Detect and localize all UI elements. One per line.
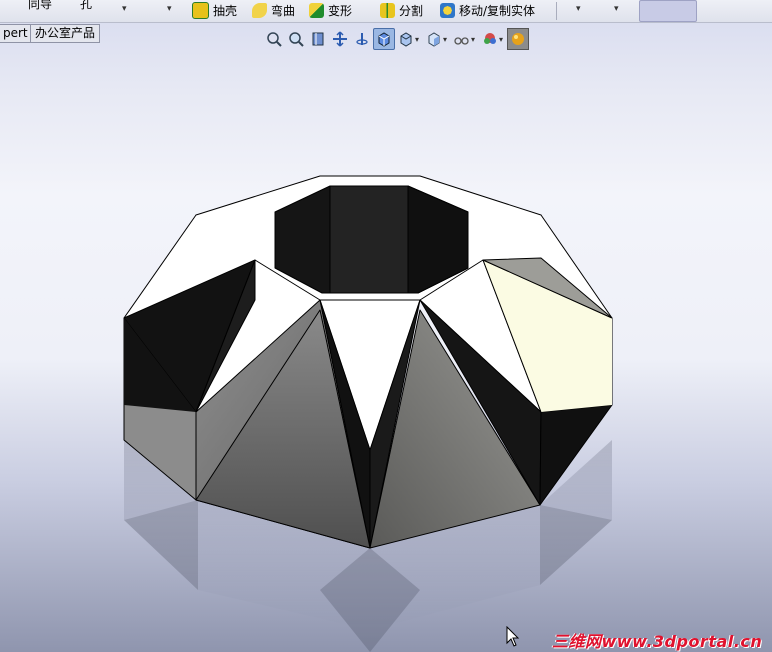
flex-label: 弯曲 (271, 4, 296, 18)
zoom-to-area-icon[interactable] (285, 28, 307, 50)
chevron-down-icon[interactable]: ▾ (122, 4, 127, 14)
toolbar-item-2[interactable]: 孔 (80, 0, 92, 13)
shell-label: 抽壳 (213, 4, 238, 18)
split-label: 分割 (399, 4, 424, 18)
tab-office-label: 办公室产品 (35, 26, 96, 40)
mouse-cursor-icon (506, 626, 520, 647)
chevron-down-icon[interactable]: ▾ (415, 35, 419, 44)
chevron-down-icon[interactable]: ▾ (614, 4, 619, 14)
zoom-to-fit-icon[interactable] (263, 28, 285, 50)
tab-expert-label: pert (3, 26, 28, 40)
tab-office-products[interactable]: 办公室产品 (30, 24, 101, 43)
watermark-text: 三维网www.3dportal.cn (552, 632, 763, 651)
heads-up-view-toolbar: ▾ ▾ ▾ ▾ (263, 28, 530, 50)
split-button[interactable]: 分割 (380, 1, 423, 20)
chevron-down-icon[interactable]: ▾ (167, 4, 172, 14)
part-model[interactable] (0, 0, 772, 652)
move-copy-body-button[interactable]: 移动/复制实体 (440, 1, 535, 20)
previous-view-icon[interactable] (307, 28, 329, 50)
realview-icon[interactable] (507, 28, 530, 50)
edit-appearance-icon[interactable] (451, 28, 473, 50)
toolbar-blank-button[interactable] (639, 0, 697, 22)
graphics-viewport[interactable]: 同导 孔 ▾ ▾ 抽壳 弯曲 变形 分割 移动/复制实体 ▾ ▾ pert 办公… (0, 0, 772, 652)
chevron-down-icon[interactable]: ▾ (443, 35, 447, 44)
hide-show-icon[interactable] (423, 28, 445, 50)
split-icon (380, 3, 395, 18)
chevron-down-icon[interactable]: ▾ (499, 35, 503, 44)
shell-icon (192, 2, 209, 19)
toolbar-separator (556, 2, 557, 20)
toolbar-item-1-label: 同导 (28, 0, 53, 11)
feature-toolbar: 同导 孔 ▾ ▾ 抽壳 弯曲 变形 分割 移动/复制实体 ▾ ▾ (0, 0, 772, 23)
toolbar-item-2-label: 孔 (80, 0, 93, 11)
toolbar-item-1[interactable]: 同导 (28, 0, 52, 13)
apply-scene-icon[interactable] (479, 28, 501, 50)
flex-button[interactable]: 弯曲 (252, 1, 295, 20)
move-copy-icon (440, 3, 455, 18)
deform-button[interactable]: 变形 (309, 1, 352, 20)
display-style-icon[interactable] (395, 28, 417, 50)
deform-label: 变形 (328, 4, 353, 18)
pan-icon[interactable] (329, 28, 351, 50)
shell-button[interactable]: 抽壳 (192, 1, 237, 20)
tab-expert[interactable]: pert (0, 24, 33, 43)
deform-icon (309, 3, 324, 18)
view-orientation-icon[interactable] (373, 28, 395, 50)
chevron-down-icon[interactable]: ▾ (471, 35, 475, 44)
move-copy-label: 移动/复制实体 (459, 4, 536, 18)
chevron-down-icon[interactable]: ▾ (576, 4, 581, 14)
flex-icon (252, 3, 267, 18)
rotate-icon[interactable] (351, 28, 373, 50)
